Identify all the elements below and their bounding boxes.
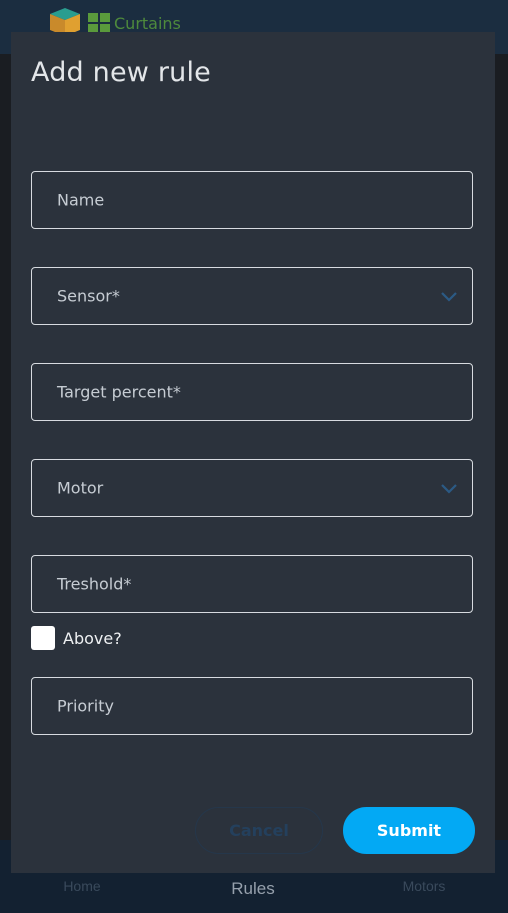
dialog-title: Add new rule <box>31 57 211 88</box>
add-rule-dialog: Add new rule Name Sensor* Target percent… <box>11 32 495 873</box>
submit-button[interactable]: Submit <box>343 807 475 854</box>
nav-item-motors[interactable]: Motors <box>403 878 446 894</box>
chevron-down-icon <box>441 292 457 302</box>
sensor-select[interactable]: Sensor* <box>31 267 473 325</box>
nav-item-home[interactable]: Home <box>63 878 100 894</box>
name-field[interactable]: Name <box>31 171 473 229</box>
priority-field-label: Priority <box>57 696 114 716</box>
priority-field[interactable]: Priority <box>31 677 473 735</box>
cancel-button[interactable]: Cancel <box>195 807 323 854</box>
target-percent-field-label: Target percent* <box>57 382 181 402</box>
threshold-field-label: Treshold* <box>57 574 132 594</box>
grid-logo-icon <box>88 13 110 33</box>
threshold-field[interactable]: Treshold* <box>31 555 473 613</box>
sensor-select-label: Sensor* <box>57 286 120 306</box>
motor-select[interactable]: Motor <box>31 459 473 517</box>
logo-text: Curtains <box>114 14 181 33</box>
chevron-down-icon <box>441 484 457 494</box>
above-checkbox-label[interactable]: Above? <box>63 629 122 648</box>
target-percent-field[interactable]: Target percent* <box>31 363 473 421</box>
above-checkbox[interactable] <box>31 626 55 650</box>
name-field-label: Name <box>57 190 105 210</box>
motor-select-label: Motor <box>57 478 104 498</box>
nav-item-rules[interactable]: Rules <box>231 879 274 899</box>
above-checkbox-row[interactable]: Above? <box>31 626 231 650</box>
